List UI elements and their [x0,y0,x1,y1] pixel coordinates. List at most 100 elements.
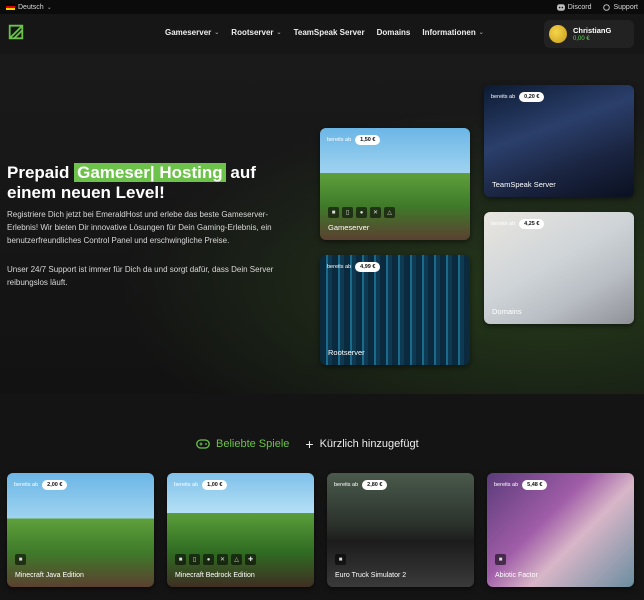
chevron-down-icon: ⌄ [214,30,220,36]
card-rootserver[interactable]: bereits ab 4,99 € Rootserver [320,255,470,365]
nav-teamspeak-label: TeamSpeak Server [293,28,365,37]
price-prefix: bereits ab [174,482,199,488]
game-label: Minecraft Bedrock Edition [175,572,255,579]
hero-description: Registriere Dich jetzt bei EmeraldHost u… [7,210,272,245]
nav-item-informationen[interactable]: Informationen ⌄ [422,28,483,37]
chevron-down-icon: ⌄ [46,4,52,11]
gamepad-icon [196,439,210,449]
apple-icon: ● [203,554,214,565]
support-link[interactable]: Support [603,4,638,11]
card-domains[interactable]: bereits ab 4,25 € Domains [484,212,634,324]
games-tabs: Beliebte Spiele + Kürzlich hinzugefügt [196,436,419,452]
price-value: 1,00 € [202,480,228,490]
windows-icon: ■ [15,554,26,565]
german-flag-icon [6,4,15,10]
plus-icon: + [305,436,314,452]
nav-item-gameserver[interactable]: Gameserver ⌄ [165,28,219,37]
card-label: TeamSpeak Server [492,180,556,189]
nav-informationen-label: Informationen [422,28,476,37]
price-badge: bereits ab 2,80 € [334,480,388,490]
price-prefix: bereits ab [327,264,352,270]
price-value: 4,25 € [519,219,545,229]
platform-icons: ■ [495,554,506,565]
discord-icon [556,3,565,11]
card-teamspeak[interactable]: bereits ab 0,20 € TeamSpeak Server [484,85,634,197]
chevron-down-icon: ⌄ [276,30,282,36]
card-label: Rootserver [328,348,365,357]
price-value: 2,80 € [362,480,388,490]
tab-popular-games[interactable]: Beliebte Spiele [196,438,289,450]
nav-gameserver-label: Gameserver [165,28,212,37]
price-value: 0,20 € [519,92,545,102]
hero-title-highlight: Gameser| Hosting [74,163,226,182]
nav-rootserver-label: Rootserver [231,28,274,37]
nav-item-rootserver[interactable]: Rootserver ⌄ [231,28,281,37]
mobile-icon: ▯ [342,207,353,218]
nav-item-teamspeak[interactable]: TeamSpeak Server [294,28,365,37]
hero-title: Prepaid Gameser| Hosting auf einem neuen… [7,163,307,203]
price-value: 4,99 € [355,262,381,272]
price-value: 1,50 € [355,135,381,145]
windows-icon: ■ [328,207,339,218]
game-label: Abiotic Factor [495,572,538,579]
chevron-down-icon: ⌄ [478,30,484,36]
price-badge: bereits ab 1,00 € [174,480,228,490]
xbox-icon: ✕ [370,207,381,218]
game-card-abiotic-factor[interactable]: bereits ab 5,48 € ■ Abiotic Factor [487,473,634,587]
price-prefix: bereits ab [334,482,359,488]
price-value: 2,00 € [42,480,68,490]
card-label: Gameserver [328,223,370,232]
apple-icon: ● [356,207,367,218]
price-badge: bereits ab 2,00 € [14,480,68,490]
xbox-icon: ✕ [217,554,228,565]
hero-support-text: Unser 24/7 Support ist immer für Dich da… [7,265,274,287]
price-prefix: bereits ab [491,221,516,227]
nav-item-domains[interactable]: Domains [377,28,411,37]
hero-title-post: auf [230,163,256,182]
windows-icon: ■ [495,554,506,565]
game-label: Minecraft Java Edition [15,572,84,579]
platform-icons: ■ [15,554,26,565]
card-label: Domains [492,307,522,316]
price-prefix: bereits ab [491,94,516,100]
platform-icons: ■ ▯ ● ✕ △ ✚ [175,554,256,565]
user-menu[interactable]: ChristianG 0,00 € [544,20,634,48]
support-icon [603,3,611,11]
price-badge: bereits ab 0,20 € [491,92,545,102]
emerald-logo-icon[interactable] [7,23,25,41]
mobile-icon: ▯ [189,554,200,565]
avatar [549,25,567,43]
windows-icon: ■ [335,554,346,565]
price-prefix: bereits ab [494,482,519,488]
game-card-euro-truck[interactable]: bereits ab 2,80 € ■ Euro Truck Simulator … [327,473,474,587]
discord-label: Discord [567,3,592,11]
platform-icons: ■ ▯ ● ✕ △ [328,207,395,218]
game-card-minecraft-java[interactable]: bereits ab 2,00 € ■ Minecraft Java Editio… [7,473,154,587]
playstation-icon: △ [384,207,395,218]
nav-domains-label: Domains [376,28,411,37]
tab-recent-label: Kürzlich hinzugefügt [319,438,419,450]
top-bar: Deutsch ⌄ Discord Support [0,0,644,14]
tab-popular-label: Beliebte Spiele [216,438,290,450]
language-selector[interactable]: Deutsch ⌄ [6,4,52,11]
price-prefix: bereits ab [14,482,39,488]
discord-link[interactable]: Discord [556,3,592,11]
price-badge: bereits ab 5,48 € [494,480,548,490]
switch-icon: ✚ [245,554,256,565]
game-label: Euro Truck Simulator 2 [335,572,407,579]
price-badge: bereits ab 4,25 € [491,219,545,229]
platform-icons: ■ [335,554,346,565]
hero-title-pre: Prepaid [7,163,70,182]
language-label: Deutsch [18,3,44,11]
hero-title-line2: einem neuen Level! [7,183,165,202]
game-card-minecraft-bedrock[interactable]: bereits ab 1,00 € ■ ▯ ● ✕ △ ✚ Minecraft B… [167,473,314,587]
price-badge: bereits ab 1,50 € [327,135,381,145]
card-gameserver[interactable]: bereits ab 1,50 € ■ ▯ ● ✕ △ Gameserver [320,128,470,240]
playstation-icon: △ [231,554,242,565]
support-label: Support [613,3,638,11]
tab-recently-added[interactable]: + Kürzlich hinzugefügt [305,436,419,452]
user-name: ChristianG [573,26,612,35]
user-balance: 0,00 € [573,36,590,42]
windows-icon: ■ [175,554,186,565]
price-value: 5,48 € [522,480,548,490]
